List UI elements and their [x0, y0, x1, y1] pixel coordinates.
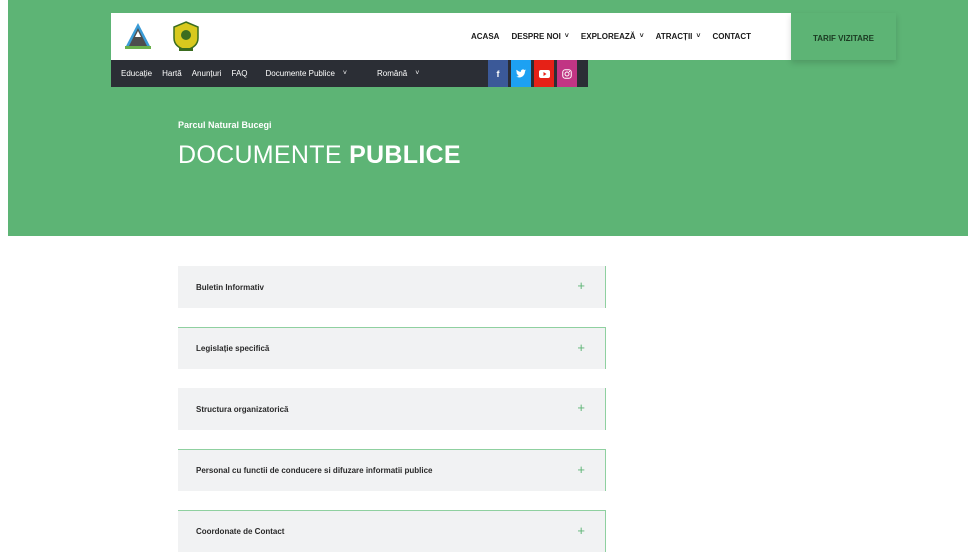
plus-icon: + — [577, 400, 585, 415]
accordion-label: Buletin Informativ — [196, 282, 265, 292]
top-navbar: ACASA DESPRE NOI ˅ EXPLOREAZĂ ˅ ATRACȚII… — [111, 13, 896, 60]
plus-icon: + — [577, 278, 585, 293]
documente-publice-label: Documente Publice — [265, 69, 335, 78]
nav-label-exploreaza: EXPLOREAZĂ — [580, 32, 636, 41]
instagram-icon[interactable] — [557, 60, 577, 87]
accordion-item-personal[interactable]: Personal cu functii de conducere si difu… — [178, 449, 606, 491]
nav-item-despre-noi[interactable]: DESPRE NOI ˅ — [511, 32, 568, 41]
page-title: DOCUMENTE PUBLICE — [178, 141, 461, 170]
youtube-icon[interactable] — [534, 60, 554, 87]
accordion-item-structura[interactable]: Structura organizatorică + — [178, 388, 606, 430]
language-label: Română — [376, 69, 408, 78]
page-title-bold: PUBLICE — [349, 141, 461, 169]
chevron-down-icon: ˅ — [696, 33, 701, 40]
subnav-link-anunturi[interactable]: Anunțuri — [192, 69, 222, 78]
nav-item-atractii[interactable]: ATRACȚII ˅ — [656, 32, 701, 41]
nav-label-contact: CONTACT — [712, 32, 751, 41]
plus-icon: + — [577, 462, 585, 477]
secondary-navbar: Educație Hartă Anunțuri FAQ Documente Pu… — [111, 60, 588, 87]
twitter-bird-icon — [516, 69, 526, 78]
chevron-down-icon: ˅ — [415, 70, 420, 77]
facebook-icon[interactable]: f — [488, 60, 508, 87]
accordion-label: Structura organizatorică — [196, 404, 289, 414]
accordion-item-buletin-informativ[interactable]: Buletin Informativ + — [178, 266, 606, 308]
plus-icon: + — [577, 340, 585, 355]
tarif-vizitare-button[interactable]: TARIF VIZITARE — [791, 13, 896, 60]
page-title-light: DOCUMENTE — [178, 141, 342, 169]
youtube-play-icon — [538, 69, 550, 78]
accordion-label: Personal cu functii de conducere si difu… — [196, 466, 433, 475]
accordion-item-coordonate[interactable]: Coordonate de Contact + — [178, 510, 606, 552]
subnav-link-faq[interactable]: FAQ — [232, 69, 248, 78]
nav-item-contact[interactable]: CONTACT — [712, 32, 751, 41]
instagram-camera-icon — [562, 68, 572, 79]
romsilva-logo-icon[interactable] — [171, 20, 201, 52]
main-navigation: ACASA DESPRE NOI ˅ EXPLOREAZĂ ˅ ATRACȚII… — [471, 13, 763, 60]
accordion-item-legislatie[interactable]: Legislație specifică + — [178, 327, 606, 369]
language-dropdown[interactable]: Română ˅ — [377, 69, 419, 78]
nav-item-acasa[interactable]: ACASA — [471, 32, 499, 41]
subnav-link-harta[interactable]: Hartă — [162, 69, 182, 78]
subnav-link-educatie[interactable]: Educație — [121, 69, 152, 78]
park-logo-icon[interactable] — [123, 21, 153, 51]
nav-label-atractii: ATRACȚII — [655, 32, 693, 41]
hero-eyebrow: Parcul Natural Bucegi — [178, 120, 272, 130]
chevron-down-icon: ˅ — [639, 33, 644, 40]
chevron-down-icon: ˅ — [342, 70, 347, 77]
nav-label-acasa: ACASA — [471, 32, 500, 41]
documente-publice-dropdown[interactable]: Documente Publice ˅ — [266, 69, 347, 78]
chevron-down-icon: ˅ — [564, 33, 569, 40]
accordion-label: Legislație specifică — [196, 344, 270, 353]
twitter-icon[interactable] — [511, 60, 531, 87]
plus-icon: + — [577, 523, 585, 538]
nav-label-despre-noi: DESPRE NOI — [511, 32, 561, 41]
nav-item-exploreaza[interactable]: EXPLOREAZĂ ˅ — [581, 32, 644, 41]
